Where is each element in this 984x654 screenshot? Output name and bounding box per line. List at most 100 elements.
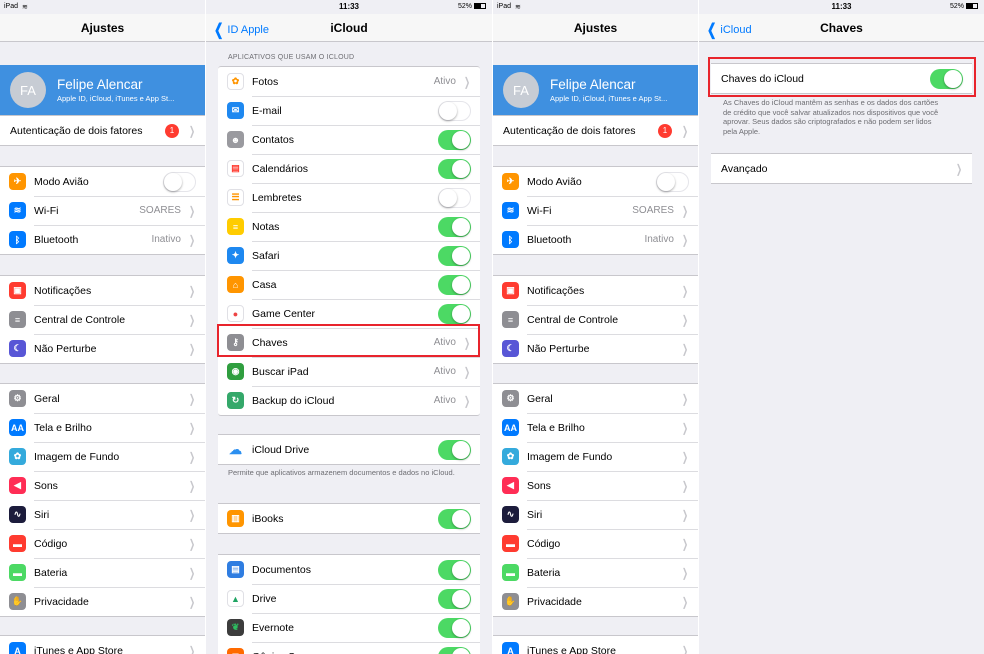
list-item[interactable]: ◀ Sons ❯ xyxy=(493,471,698,500)
list-item[interactable]: ▬ Código ❯ xyxy=(493,529,698,558)
toggle-switch[interactable] xyxy=(438,100,471,121)
list-item-label: Código xyxy=(527,537,561,550)
list-item[interactable]: ◉ Buscar iPad Ativo ❯ xyxy=(218,357,480,386)
list-item[interactable]: ✋ Privacidade ❯ xyxy=(493,587,698,616)
ibooks-icon: ▥ xyxy=(227,510,244,527)
list-item-value: SOARES xyxy=(632,205,674,216)
keychain-footer: As Chaves do iCloud mantêm as senhas e o… xyxy=(723,98,939,136)
battery-icon xyxy=(966,3,978,10)
list-item-label: Notificações xyxy=(34,284,92,297)
toggle-switch[interactable] xyxy=(656,171,689,192)
ibooks-group: ▥ iBooks xyxy=(218,503,480,534)
moon-icon: ☾ xyxy=(502,340,519,357)
two-factor-row[interactable]: Autenticação de dois fatores 1 ❯ xyxy=(0,116,205,145)
list-item[interactable]: ≡ Central de Controle ❯ xyxy=(493,305,698,334)
list-item[interactable]: ≡ Central de Controle ❯ xyxy=(0,305,205,334)
chevron-right-icon: ❯ xyxy=(681,341,688,356)
profile-row[interactable]: FA Felipe Alencar Apple ID, iCloud, iTun… xyxy=(0,65,205,115)
sound-icon: ◀ xyxy=(9,477,26,494)
list-item[interactable]: AA Tela e Brilho ❯ xyxy=(493,413,698,442)
toggle-switch[interactable] xyxy=(438,303,471,324)
list-item[interactable]: ✿ Fotos Ativo ❯ xyxy=(218,67,480,96)
app-store-icon: A xyxy=(502,642,519,654)
icloud-drive-footer: Permite que aplicativos armazenem docume… xyxy=(228,468,455,477)
icloud-apps-group: ✿ Fotos Ativo ❯ ✉ E-mail ☻ Contatos ▤ Calendários… xyxy=(218,66,480,416)
list-item[interactable]: ✿ Imagem de Fundo ❯ xyxy=(493,442,698,471)
wifi-status-icon: ≋ xyxy=(515,4,521,11)
list-item: ⌂ Casa xyxy=(218,270,480,299)
list-item[interactable]: ≋ Wi-Fi SOARES ❯ xyxy=(0,196,205,225)
list-item: ▲ Drive xyxy=(218,584,480,613)
list-item: ▤ Calendários xyxy=(218,154,480,183)
ibooks-toggle[interactable] xyxy=(438,508,471,529)
list-item: ❦ Evernote xyxy=(218,613,480,642)
profile-row[interactable]: FA Felipe Alencar Apple ID, iCloud, iTun… xyxy=(493,65,698,115)
display-icon: AA xyxy=(502,419,519,436)
list-item[interactable]: ◀ Sons ❯ xyxy=(0,471,205,500)
list-item-label: Tela e Brilho xyxy=(527,421,585,434)
advanced-row[interactable]: Avançado ❯ xyxy=(711,154,972,183)
list-item-label: E-mail xyxy=(252,104,282,117)
two-factor-row[interactable]: Autenticação de dois fatores 1 ❯ xyxy=(493,116,698,145)
list-item[interactable]: ✋ Privacidade ❯ xyxy=(0,587,205,616)
toggle-switch[interactable] xyxy=(438,617,471,638)
list-item: ● Game Center xyxy=(218,299,480,328)
toggle-switch[interactable] xyxy=(438,559,471,580)
status-bar: 11:33 52% xyxy=(699,0,984,14)
chevron-right-icon: ❯ xyxy=(681,391,688,406)
hand-icon: ✋ xyxy=(9,593,26,610)
page-title: Ajustes xyxy=(80,21,125,35)
toggle-switch[interactable] xyxy=(163,171,196,192)
list-item[interactable]: ᛒ Bluetooth Inativo ❯ xyxy=(493,225,698,254)
toggle-switch[interactable] xyxy=(438,588,471,609)
battery-percent: 52% xyxy=(949,3,964,10)
display-icon: AA xyxy=(9,419,26,436)
list-item-value: Ativo xyxy=(433,76,456,87)
list-item-label: Geral xyxy=(34,392,60,405)
icloud-drive-toggle[interactable] xyxy=(438,439,471,460)
list-item[interactable]: AiTunes e App Store ❯ xyxy=(493,636,698,654)
list-item[interactable]: ☾ Não Perturbe ❯ xyxy=(0,334,205,363)
chevron-right-icon: ❯ xyxy=(188,536,195,551)
list-item[interactable]: AiTunes e App Store ❯ xyxy=(0,636,205,654)
list-item[interactable]: ⚷ Chaves Ativo ❯ xyxy=(218,328,480,357)
list-item-label: Bluetooth xyxy=(34,233,79,246)
list-item[interactable]: ∿ Siri ❯ xyxy=(493,500,698,529)
list-item-label: Game Center xyxy=(252,307,316,320)
list-item[interactable]: ∿ Siri ❯ xyxy=(0,500,205,529)
control-center-icon: ≡ xyxy=(502,311,519,328)
list-item-label: Fotos xyxy=(252,75,279,88)
icloud-drive-label: iCloud Drive xyxy=(252,443,310,456)
list-item[interactable]: ⚙ Geral ❯ xyxy=(493,384,698,413)
list-item[interactable]: ⚙ Geral ❯ xyxy=(0,384,205,413)
chevron-right-icon: ❯ xyxy=(463,393,470,408)
toggle-switch[interactable] xyxy=(438,129,471,150)
list-item-label: Bluetooth xyxy=(527,233,572,246)
toggle-switch[interactable] xyxy=(438,187,471,208)
list-item[interactable]: ≋ Wi-Fi SOARES ❯ xyxy=(493,196,698,225)
app-store-icon: A xyxy=(9,642,26,654)
list-item[interactable]: ᛒ Bluetooth Inativo ❯ xyxy=(0,225,205,254)
icloud-drive-row: ☁ iCloud Drive xyxy=(218,435,480,464)
list-item-label: Wi-Fi xyxy=(527,204,552,217)
list-item-label: Bateria xyxy=(527,566,561,579)
list-item[interactable]: ▬ Código ❯ xyxy=(0,529,205,558)
list-item[interactable]: AA Tela e Brilho ❯ xyxy=(0,413,205,442)
toggle-switch[interactable] xyxy=(438,245,471,266)
list-item-label: Não Perturbe xyxy=(527,342,590,355)
list-item[interactable]: ↻ Backup do iCloud Ativo ❯ xyxy=(218,386,480,415)
notification-badge: 1 xyxy=(657,123,672,138)
toggle-switch[interactable] xyxy=(438,274,471,295)
list-item-label: Siri xyxy=(34,508,50,521)
toggle-switch[interactable] xyxy=(438,158,471,179)
list-item: ☰ Lembretes xyxy=(218,183,480,212)
list-item[interactable]: ☾ Não Perturbe ❯ xyxy=(493,334,698,363)
list-item[interactable]: ▣ Notificações ❯ xyxy=(0,276,205,305)
list-item[interactable]: ▬ Bateria ❯ xyxy=(493,558,698,587)
list-item[interactable]: ✿ Imagem de Fundo ❯ xyxy=(0,442,205,471)
list-item[interactable]: ▬ Bateria ❯ xyxy=(0,558,205,587)
keychain-toggle[interactable] xyxy=(930,68,963,89)
toggle-switch[interactable] xyxy=(438,216,471,237)
toggle-switch[interactable] xyxy=(438,646,471,654)
list-item[interactable]: ▣ Notificações ❯ xyxy=(493,276,698,305)
